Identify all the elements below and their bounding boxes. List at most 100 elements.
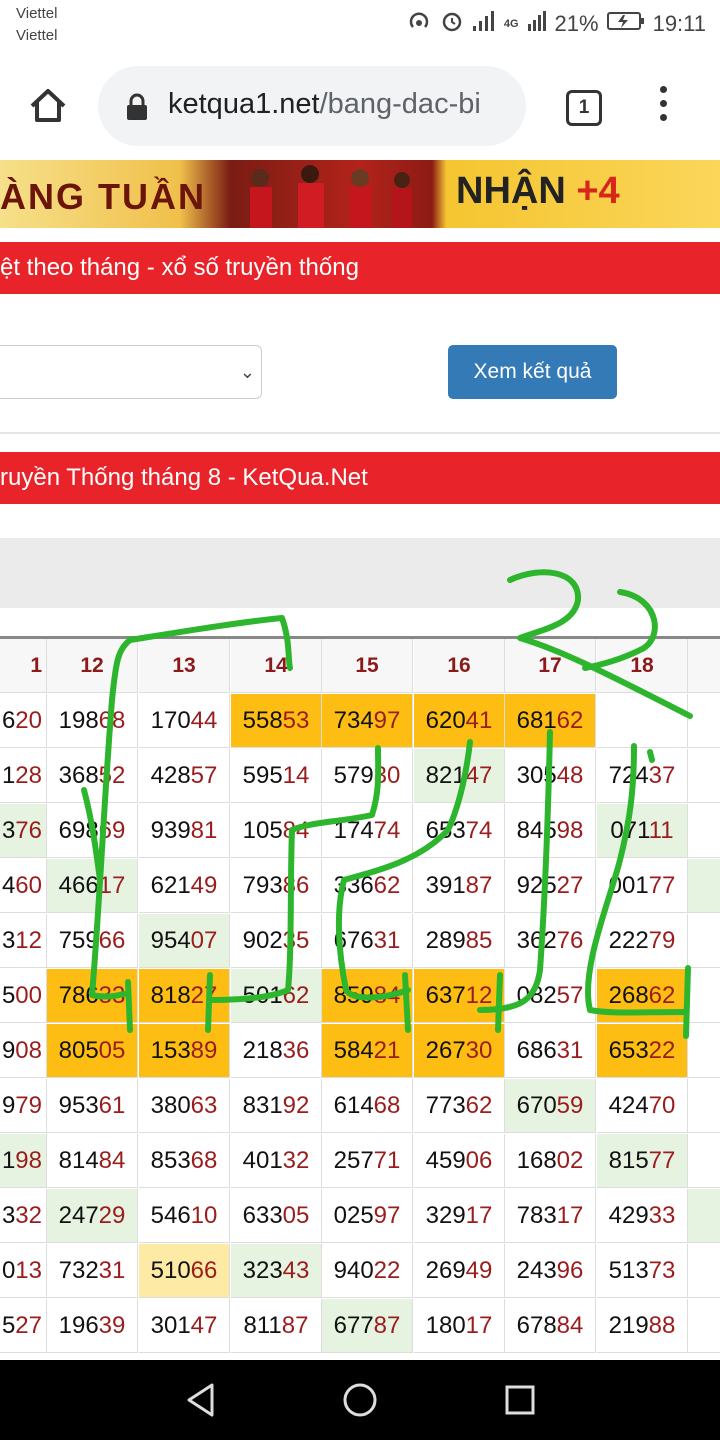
- table-cell: 92527: [505, 859, 596, 913]
- home-nav-icon[interactable]: [342, 1382, 378, 1418]
- table-cell: 67884: [505, 1299, 596, 1353]
- table-cell: 33662: [322, 859, 413, 913]
- table-row: 1283685242857595145793082147305487243795: [0, 749, 720, 804]
- column-header: 1: [0, 639, 47, 693]
- table-cell: 85984: [322, 969, 413, 1023]
- table-cell: 62041: [414, 694, 505, 748]
- browser-toolbar: ketqua1.net/bang-dac-bi 1: [0, 58, 720, 158]
- table-cell: 07111: [597, 804, 688, 858]
- table-cell: 10584: [231, 804, 322, 858]
- lock-icon: [126, 93, 148, 121]
- table-cell: 07: [688, 1134, 720, 1188]
- chevron-down-icon: ⌄: [239, 362, 255, 382]
- table-row: 4604661762149793863366239187925270017711: [0, 859, 720, 914]
- table-cell: 19639: [47, 1299, 138, 1353]
- table-cell: 26730: [414, 1024, 505, 1078]
- recents-icon[interactable]: [504, 1384, 536, 1416]
- table-cell: 620: [0, 694, 47, 748]
- table-row: 3766986993981105841747465374845980711191: [0, 804, 720, 859]
- table-cell: 198: [0, 1134, 47, 1188]
- banner-left-text: ÀNG TUẦN: [0, 176, 206, 217]
- table-cell: 36852: [47, 749, 138, 803]
- table-cell: 19868: [47, 694, 138, 748]
- table-cell: 63305: [231, 1189, 322, 1243]
- table-cell: 21988: [597, 1299, 688, 1353]
- table-row: 620 19868 17044 55853 73497 62041 68162: [0, 694, 720, 749]
- table-cell: 460: [0, 859, 47, 913]
- table-cell: 81577: [597, 1134, 688, 1188]
- table-cell: 42857: [139, 749, 230, 803]
- table-cell: 17474: [322, 804, 413, 858]
- section-title: ệt theo tháng - xổ số truyền thống: [0, 242, 720, 294]
- table-cell: 40132: [231, 1134, 322, 1188]
- column-header: 14: [231, 639, 322, 693]
- banner-right-plus: +4: [576, 170, 620, 212]
- table-row: 3322472954610633050259732917783174293340: [0, 1189, 720, 1244]
- table-cell: 81187: [231, 1299, 322, 1353]
- table-cell: 50162: [231, 969, 322, 1023]
- table-cell: 24729: [47, 1189, 138, 1243]
- table-cell: 65374: [414, 804, 505, 858]
- table-cell: 63712: [414, 969, 505, 1023]
- column-header: 16: [414, 639, 505, 693]
- menu-icon[interactable]: [658, 86, 668, 126]
- table-cell: 32343: [231, 1244, 322, 1298]
- system-nav-bar: [0, 1360, 720, 1440]
- table-cell: 68631: [505, 1024, 596, 1078]
- column-header: [688, 639, 720, 693]
- table-cell: 75966: [47, 914, 138, 968]
- table-cell: 45906: [414, 1134, 505, 1188]
- table-cell: 16802: [505, 1134, 596, 1188]
- banner-right-text: NHẬN +4: [456, 170, 620, 213]
- table-row: 5271963930147811876778718017678842198884: [0, 1299, 720, 1354]
- table-cell: 94022: [322, 1244, 413, 1298]
- table-cell: 77362: [414, 1079, 505, 1133]
- section-title: ruyền Thống tháng 8 - KetQua.Net: [0, 452, 720, 504]
- tab-switcher-button[interactable]: 1: [566, 90, 602, 126]
- view-results-button[interactable]: Xem kết quả: [448, 345, 617, 399]
- table-cell: 51373: [597, 1244, 688, 1298]
- table-cell: 312: [0, 914, 47, 968]
- table-cell: 57930: [322, 749, 413, 803]
- table-cell: 91: [688, 804, 720, 858]
- table-cell: 46617: [47, 859, 138, 913]
- table-cell: 79386: [231, 859, 322, 913]
- table-cell: 82147: [414, 749, 505, 803]
- promo-banner[interactable]: ÀNG TUẦN NHẬN +4: [0, 160, 720, 228]
- table-cell: 332: [0, 1189, 47, 1243]
- table-cell: 61468: [322, 1079, 413, 1133]
- table-cell: 02597: [322, 1189, 413, 1243]
- url-text: ketqua1.net/bang-dac-bi: [168, 88, 481, 121]
- table-cell: 68162: [505, 694, 596, 748]
- results-table: 1 12 13 14 15 16 17 18 620 19868 17044 55853 73497 62…: [0, 636, 720, 1363]
- column-header: 17: [505, 639, 596, 693]
- table-cell: 80505: [47, 1024, 138, 1078]
- carrier-label: Viettel: [16, 5, 58, 22]
- address-bar[interactable]: ketqua1.net/bang-dac-bi: [98, 66, 526, 146]
- back-icon[interactable]: [184, 1382, 218, 1418]
- column-header: 13: [139, 639, 230, 693]
- month-select[interactable]: ⌄: [0, 345, 262, 399]
- table-row: 1988148485368401322577145906168028157707: [0, 1134, 720, 1189]
- table-cell: 54610: [139, 1189, 230, 1243]
- table-cell: 95407: [139, 914, 230, 968]
- table-row: 9088050515389218365842126730686316532216: [0, 1024, 720, 1079]
- table-cell: 73497: [322, 694, 413, 748]
- table-cell: 62149: [139, 859, 230, 913]
- battery-percent: 21%: [554, 11, 599, 36]
- table-cell: 30147: [139, 1299, 230, 1353]
- table-cell: 22279: [597, 914, 688, 968]
- hotspot-icon: [406, 9, 432, 39]
- table-cell: 98: [688, 969, 720, 1023]
- url-host: ketqua1.net: [168, 88, 320, 120]
- table-cell: 26862: [597, 969, 688, 1023]
- home-icon[interactable]: [26, 84, 70, 128]
- table-cell: 25771: [322, 1134, 413, 1188]
- table-cell: 90235: [231, 914, 322, 968]
- table-cell: 69869: [47, 804, 138, 858]
- table-cell: 93981: [139, 804, 230, 858]
- table-cell: 81827: [139, 969, 230, 1023]
- table-cell: 42470: [597, 1079, 688, 1133]
- table-toolbar: [0, 538, 720, 608]
- table-cell: 83192: [231, 1079, 322, 1133]
